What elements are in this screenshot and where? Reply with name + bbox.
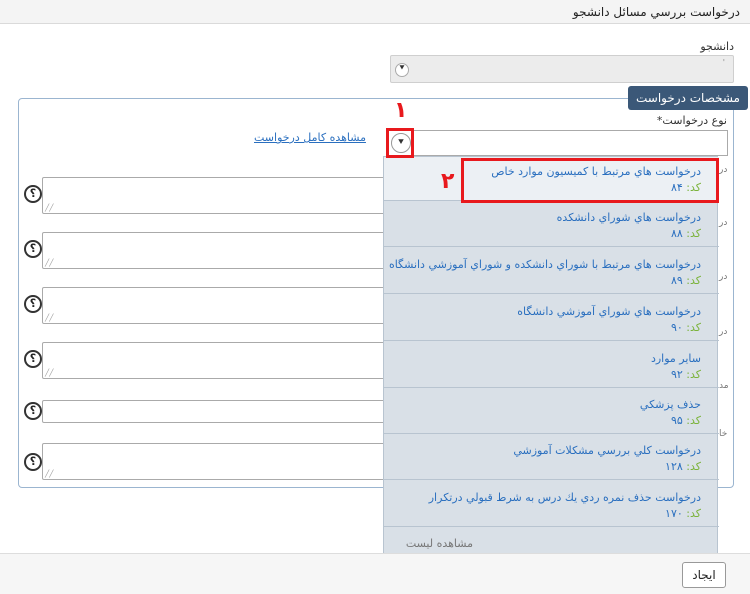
- option-code: کد: ۸۹: [670, 274, 701, 287]
- dropdown-option[interactable]: درخواست کلي بررسي مشکلات آموزشي کد: ۱۲۸: [384, 436, 719, 480]
- student-label: دانشجو: [700, 40, 734, 53]
- request-type-select[interactable]: [386, 130, 728, 156]
- request-type-dropdown: درخواست هاي مرتبط با کميسيون موارد خاص ک…: [383, 156, 719, 559]
- text-area[interactable]: ╱╱: [42, 342, 387, 379]
- dropdown-option[interactable]: حذف پزشکي کد: ۹۵: [384, 390, 719, 434]
- option-title: درخواست هاي شوراي آموزشي دانشگاه: [517, 305, 701, 318]
- resize-grip-icon[interactable]: ╱╱: [45, 314, 53, 322]
- field-label: در: [719, 218, 728, 228]
- help-icon[interactable]: ؟: [24, 185, 42, 203]
- field-label: خا: [719, 429, 728, 439]
- dropdown-option[interactable]: درخواست هاي شوراي آموزشي دانشگاه کد: ۹۰: [384, 297, 719, 341]
- step-1-highlight: [386, 128, 414, 158]
- help-icon[interactable]: ؟: [24, 240, 42, 258]
- text-area[interactable]: ╱╱: [42, 443, 387, 480]
- step-1-marker: ۱: [394, 98, 408, 123]
- full-request-view-link[interactable]: مشاهده کامل درخواست: [254, 131, 366, 144]
- dropdown-option[interactable]: درخواست هاي شوراي دانشکده کد: ۸۸: [384, 203, 719, 247]
- text-area[interactable]: ╱╱: [42, 232, 387, 269]
- resize-grip-icon[interactable]: ╱╱: [45, 470, 53, 478]
- option-title: درخواست هاي شوراي دانشکده: [556, 211, 701, 224]
- dropdown-option[interactable]: درخواست هاي مرتبط با شوراي دانشکده و شور…: [384, 250, 719, 294]
- option-code: کد: ۹۵: [670, 414, 701, 427]
- option-title: درخواست هاي مرتبط با شوراي دانشکده و شور…: [388, 258, 701, 271]
- resize-grip-icon[interactable]: ╱╱: [45, 204, 53, 212]
- title-bar: درخواست بررسي مسائل دانشجو: [0, 0, 750, 24]
- option-code: کد: ۱۷۰: [665, 507, 701, 520]
- step-2-highlight: [461, 158, 719, 203]
- help-icon[interactable]: ؟: [24, 295, 42, 313]
- student-value: ': [722, 58, 725, 67]
- student-select[interactable]: ' ⯆: [390, 55, 734, 83]
- option-code: کد: ۱۲۸: [665, 460, 701, 473]
- field-label: در: [719, 327, 728, 337]
- dropdown-option[interactable]: درخواست حذف نمره ردي يك درس به شرط قبولي…: [384, 483, 719, 527]
- panel-header: مشخصات درخواست: [628, 86, 748, 110]
- field-label: در: [719, 272, 728, 282]
- help-icon[interactable]: ؟: [24, 402, 42, 420]
- help-icon[interactable]: ؟: [24, 350, 42, 368]
- request-type-label: نوع درخواست*: [656, 114, 727, 127]
- resize-grip-icon[interactable]: ╱╱: [45, 259, 53, 267]
- dropdown-option[interactable]: ساير موارد کد: ۹۲: [384, 344, 719, 388]
- help-icon[interactable]: ؟: [24, 453, 42, 471]
- option-title: درخواست حذف نمره ردي يك درس به شرط قبولي…: [428, 491, 701, 504]
- option-code: کد: ۸۸: [670, 227, 701, 240]
- footer-bar: [0, 553, 750, 594]
- create-button[interactable]: ایجاد: [682, 562, 726, 588]
- field-label: مد: [719, 381, 729, 391]
- text-area[interactable]: ╱╱: [42, 177, 387, 214]
- text-input[interactable]: [42, 400, 387, 423]
- chevron-down-icon[interactable]: ⯆: [395, 63, 409, 77]
- step-2-marker: ۲: [441, 169, 455, 194]
- window-title: درخواست بررسي مسائل دانشجو: [572, 5, 740, 19]
- option-title: درخواست کلي بررسي مشکلات آموزشي: [513, 444, 701, 457]
- text-area[interactable]: ╱╱: [42, 287, 387, 324]
- view-list-label: مشاهده ليست: [405, 537, 473, 550]
- resize-grip-icon[interactable]: ╱╱: [45, 369, 53, 377]
- option-title: حذف پزشکي: [639, 398, 701, 411]
- field-label: در: [719, 165, 728, 175]
- option-code: کد: ۹۲: [670, 368, 701, 381]
- option-code: کد: ۹۰: [670, 321, 701, 334]
- option-title: ساير موارد: [650, 352, 701, 365]
